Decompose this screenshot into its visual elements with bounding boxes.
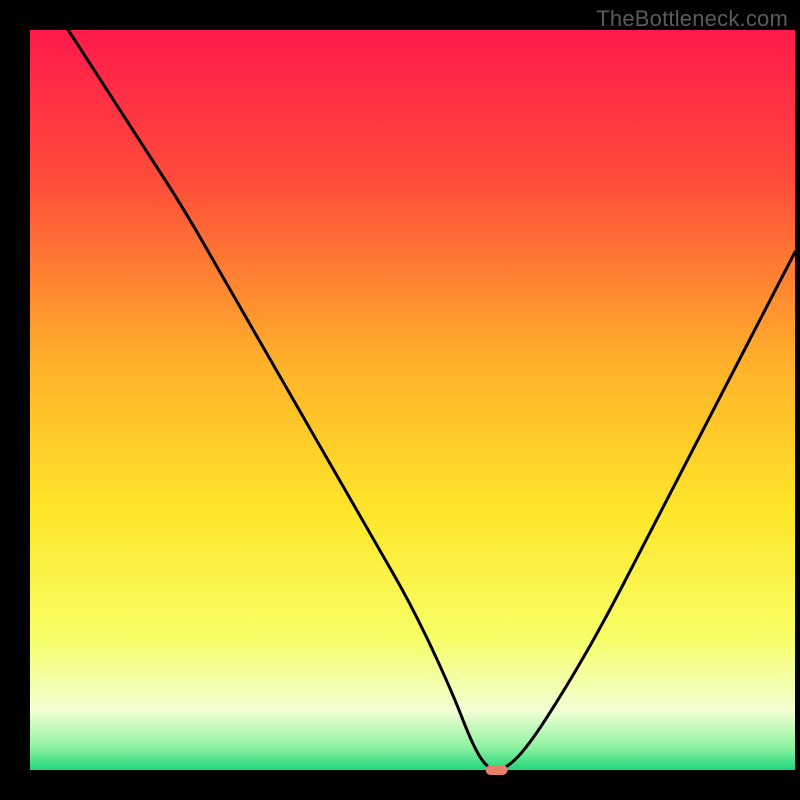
plot-background xyxy=(30,30,795,770)
chart-frame: TheBottleneck.com xyxy=(0,0,800,800)
watermark-label: TheBottleneck.com xyxy=(596,6,788,32)
optimum-marker xyxy=(486,765,508,775)
bottleneck-chart xyxy=(0,0,800,800)
